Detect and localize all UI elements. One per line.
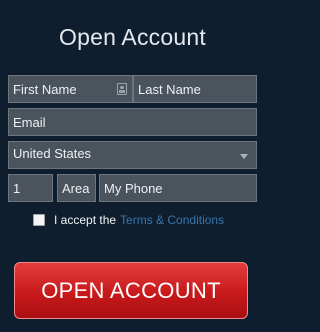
page-title: Open Account <box>59 24 206 50</box>
phone-area-placeholder: Area <box>62 181 90 196</box>
phone-number-placeholder: My Phone <box>104 181 163 196</box>
phone-number-input[interactable]: My Phone <box>99 174 257 202</box>
last-name-input[interactable]: Last Name <box>133 75 257 103</box>
first-name-input[interactable]: First Name <box>8 75 133 103</box>
open-account-button[interactable]: OPEN ACCOUNT <box>14 262 248 319</box>
terms-link[interactable]: Terms & Conditions <box>120 213 224 227</box>
phone-code-input[interactable]: 1 <box>8 174 53 202</box>
terms-row: I accept the Terms & Conditions <box>33 212 224 228</box>
phone-area-input[interactable]: Area <box>57 174 96 202</box>
contact-card-icon <box>117 83 127 95</box>
email-placeholder: Email <box>13 115 46 130</box>
country-select[interactable]: United States <box>8 141 257 169</box>
chevron-down-icon <box>240 154 248 159</box>
email-input[interactable]: Email <box>8 108 257 136</box>
terms-checkbox[interactable] <box>33 214 45 226</box>
last-name-placeholder: Last Name <box>138 82 201 97</box>
first-name-placeholder: First Name <box>13 82 77 97</box>
country-selected-value: United States <box>13 146 92 161</box>
terms-label: I accept the <box>54 213 117 227</box>
phone-code-value: 1 <box>13 181 21 196</box>
